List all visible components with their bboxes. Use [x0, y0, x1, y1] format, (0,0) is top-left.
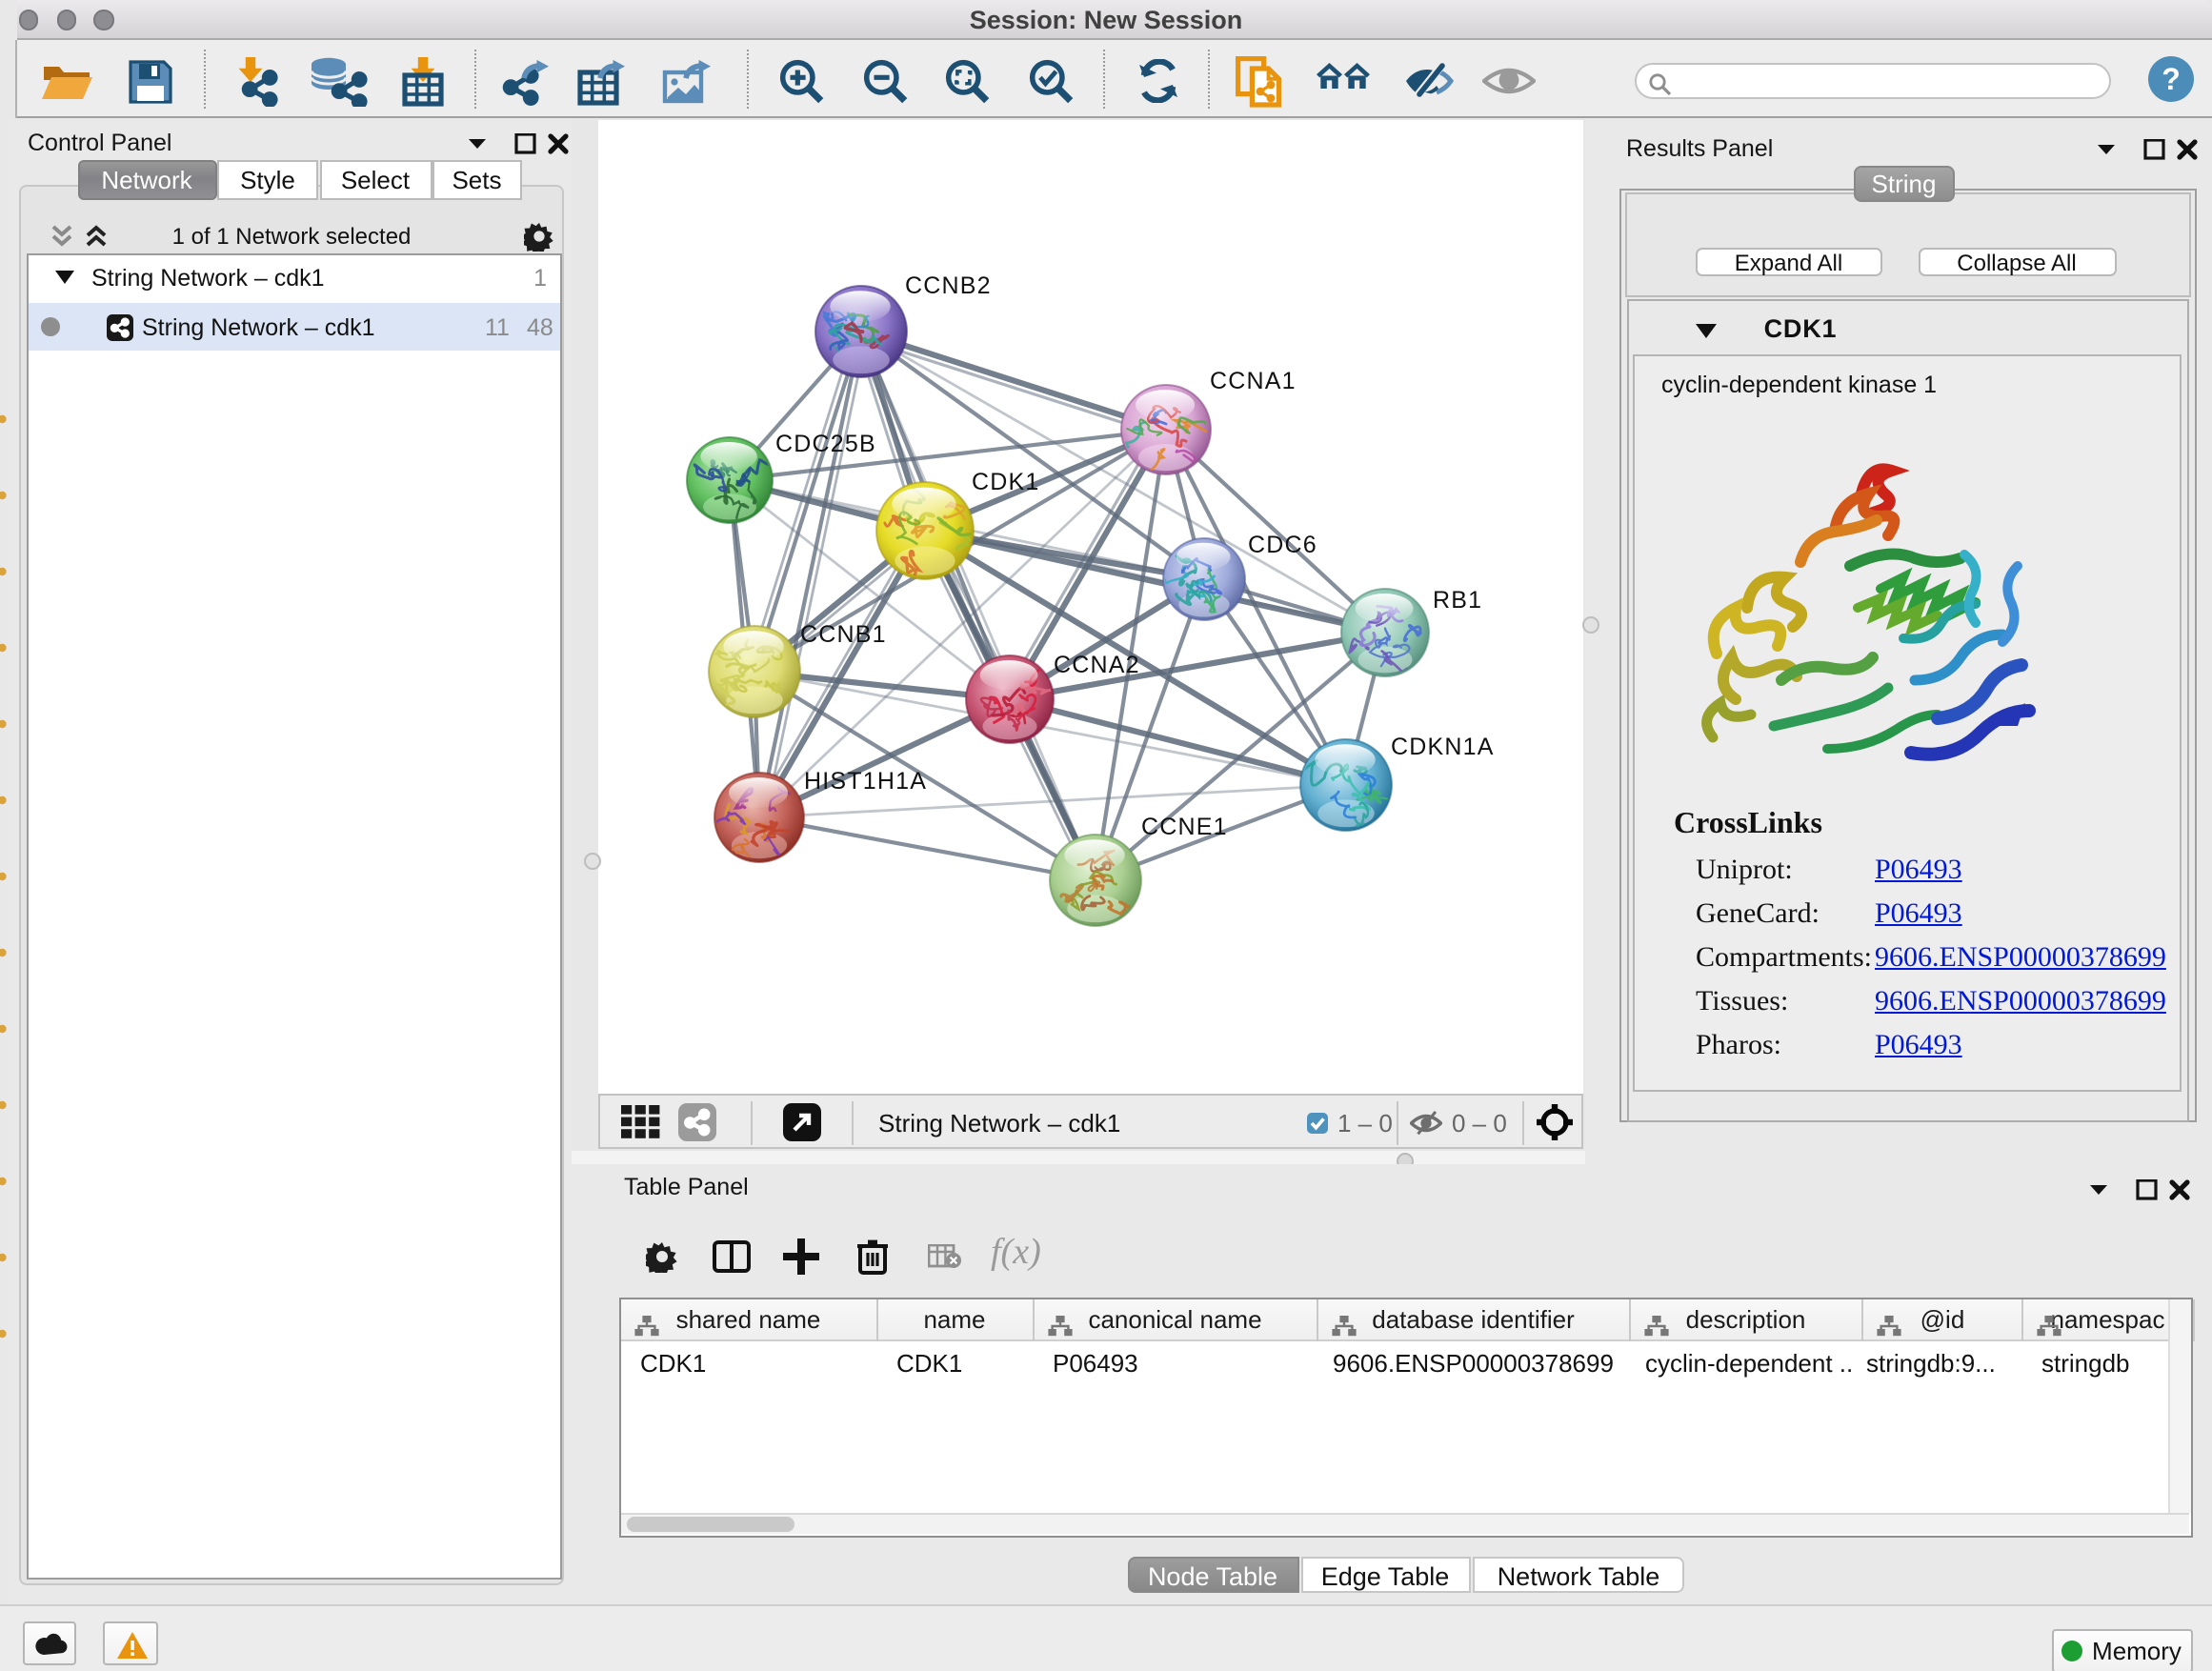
svg-text:CCNB1: CCNB1: [800, 621, 887, 648]
svg-text:CCNA1: CCNA1: [1210, 368, 1297, 394]
svg-text:CDC25B: CDC25B: [775, 431, 876, 457]
svg-text:?: ?: [2162, 62, 2181, 96]
svg-text:CCNE1: CCNE1: [1141, 814, 1228, 840]
svg-text:RB1: RB1: [1433, 587, 1482, 614]
svg-text:CDKN1A: CDKN1A: [1391, 734, 1495, 760]
svg-text:CDK1: CDK1: [972, 469, 1040, 495]
svg-text:CCNB2: CCNB2: [905, 272, 992, 299]
svg-text:HIST1H1A: HIST1H1A: [804, 768, 927, 795]
svg-text:CCNA2: CCNA2: [1054, 652, 1140, 678]
svg-text:CDC6: CDC6: [1248, 532, 1317, 558]
